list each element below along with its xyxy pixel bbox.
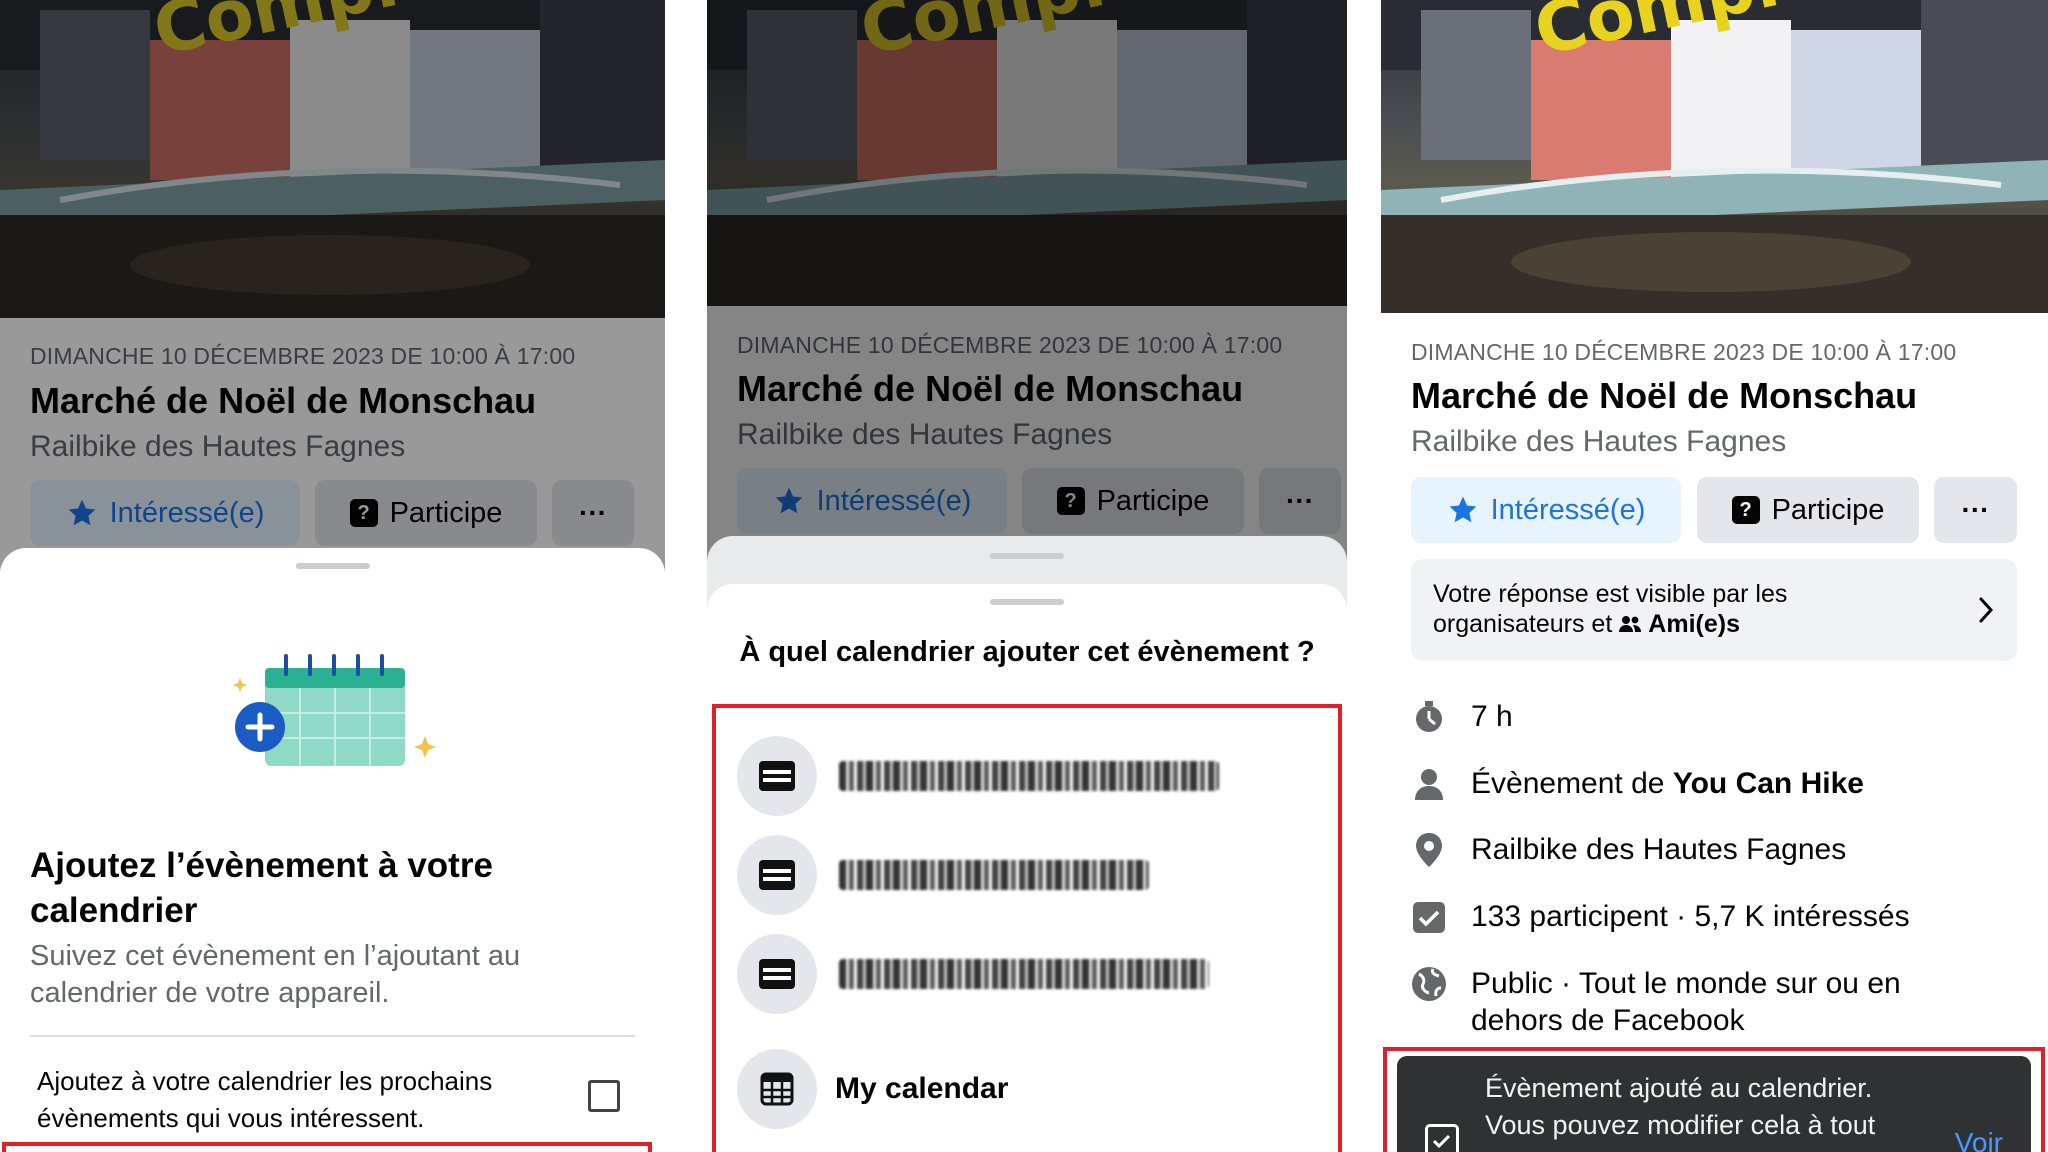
event-date: DIMANCHE 10 DÉCEMBRE 2023 DE 10:00 À 17:…: [1411, 339, 1957, 365]
sheet-handle: [990, 553, 1064, 559]
future-events-option-label: Ajoutez à votre calendrier les prochains…: [37, 1066, 493, 1133]
calendar-question: À quel calendrier ajouter cet évènement …: [739, 636, 1315, 668]
detail-privacy: Public · Tout le monde sur ou en dehors …: [1411, 965, 1901, 1039]
sheet-subtitle: Suivez cet évènement en l’ajoutant au ca…: [30, 940, 521, 1009]
sheet-handle[interactable]: [990, 599, 1064, 605]
visibility-line1: Votre réponse est visible par les: [1433, 580, 1788, 608]
calendar-list-icon: [737, 934, 817, 1014]
privacy-line2: dehors de Facebook: [1471, 1004, 1745, 1037]
toast-event-added: Évènement ajouté au calendrier. Vous pou…: [1397, 1056, 2031, 1152]
sheet-handle[interactable]: [295, 563, 370, 569]
calendar-grid-icon: [737, 1049, 817, 1129]
check-square-icon: [1411, 898, 1447, 935]
star-icon: [1449, 496, 1476, 523]
calendar-picker-sheet: À quel calendrier ajouter cet évènement …: [707, 584, 1347, 1152]
event-cover-photo: Compl: [1381, 0, 2048, 313]
panel-choose-calendar: Compl DIMANCHE 10 DÉCEMBRE 2023 DE 10:00…: [707, 0, 1347, 1152]
calendar-option-my-calendar[interactable]: My calendar: [737, 1049, 1008, 1129]
privacy-line1: Public · Tout le monde sur ou en: [1471, 967, 1901, 1000]
calendar-list-icon: [737, 736, 817, 816]
visibility-line2: organisateurs et: [1433, 610, 1613, 638]
more-options-button[interactable]: ···: [1934, 477, 2017, 543]
panel-event-added: Compl DIMANCHE 10 DÉCEMBRE 2023 DE 10:00…: [1381, 0, 2048, 1152]
toast-line2: Vous pouvez modifier cela à tout: [1485, 1110, 1876, 1140]
my-calendar-label: My calendar: [835, 1072, 1009, 1105]
stopwatch-icon: [1411, 698, 1447, 735]
organizer-name[interactable]: You Can Hike: [1673, 767, 1864, 800]
bottom-sheet: Ajoutez l’évènement à votre calendrier S…: [0, 548, 665, 1152]
friends-icon: [1619, 616, 1642, 632]
detail-stats: 133 participent · 5,7 K intéressés: [1411, 898, 1910, 935]
calendar-add-illustration-icon: [233, 654, 436, 766]
calendar-option[interactable]: [737, 736, 1219, 816]
question-mark-icon: ?: [1731, 496, 1760, 524]
duration-text: 7 h: [1471, 700, 1513, 733]
toast-line1: Évènement ajouté au calendrier.: [1485, 1073, 1873, 1103]
going-label: Participe: [1771, 493, 1885, 526]
calendar-option[interactable]: [737, 934, 1209, 1014]
detail-location: Railbike des Hautes Fagnes: [1411, 831, 1846, 868]
event-place: Railbike des Hautes Fagnes: [1411, 425, 1787, 458]
organizer-prefix: Évènement de: [1471, 767, 1665, 800]
going-button[interactable]: ? Participe: [1697, 477, 1919, 543]
calendar-account-redacted: [839, 761, 1219, 791]
visibility-audience: Ami(e)s: [1648, 610, 1740, 638]
chevron-right-icon: [1979, 597, 1994, 623]
location-pin-icon: [1411, 831, 1447, 868]
panel-add-to-calendar-prompt: Compl DIMANCHE 10 DÉCEMBRE 2023 DE 10:00…: [0, 0, 665, 1152]
location-text[interactable]: Railbike des Hautes Fagnes: [1471, 831, 1846, 868]
response-visibility-card[interactable]: Votre réponse est visible par les organi…: [1411, 559, 2017, 661]
detail-organizer: Évènement de You Can Hike: [1411, 765, 1864, 802]
future-events-checkbox[interactable]: [588, 1080, 620, 1112]
interested-button[interactable]: Intéressé(e): [1411, 477, 1681, 543]
calendar-check-icon: [1425, 1124, 1459, 1152]
divider: [30, 1035, 635, 1037]
calendar-list-icon: [737, 835, 817, 915]
sheet-title: Ajoutez l’évènement à votre calendrier: [30, 846, 493, 930]
person-icon: [1411, 765, 1447, 802]
stats-text: 133 participent · 5,7 K intéressés: [1471, 900, 1910, 933]
event-title: Marché de Noël de Monschau: [1411, 375, 1918, 416]
highlight-box: [2, 1142, 652, 1152]
interested-label: Intéressé(e): [1490, 493, 1646, 526]
toast-view-button[interactable]: Voir: [1955, 1127, 2003, 1152]
calendar-account-redacted: [839, 959, 1209, 989]
globe-icon: [1411, 965, 1447, 1002]
detail-duration: 7 h: [1411, 698, 1513, 735]
calendar-option[interactable]: [737, 835, 1149, 915]
calendar-account-redacted: [839, 860, 1149, 890]
